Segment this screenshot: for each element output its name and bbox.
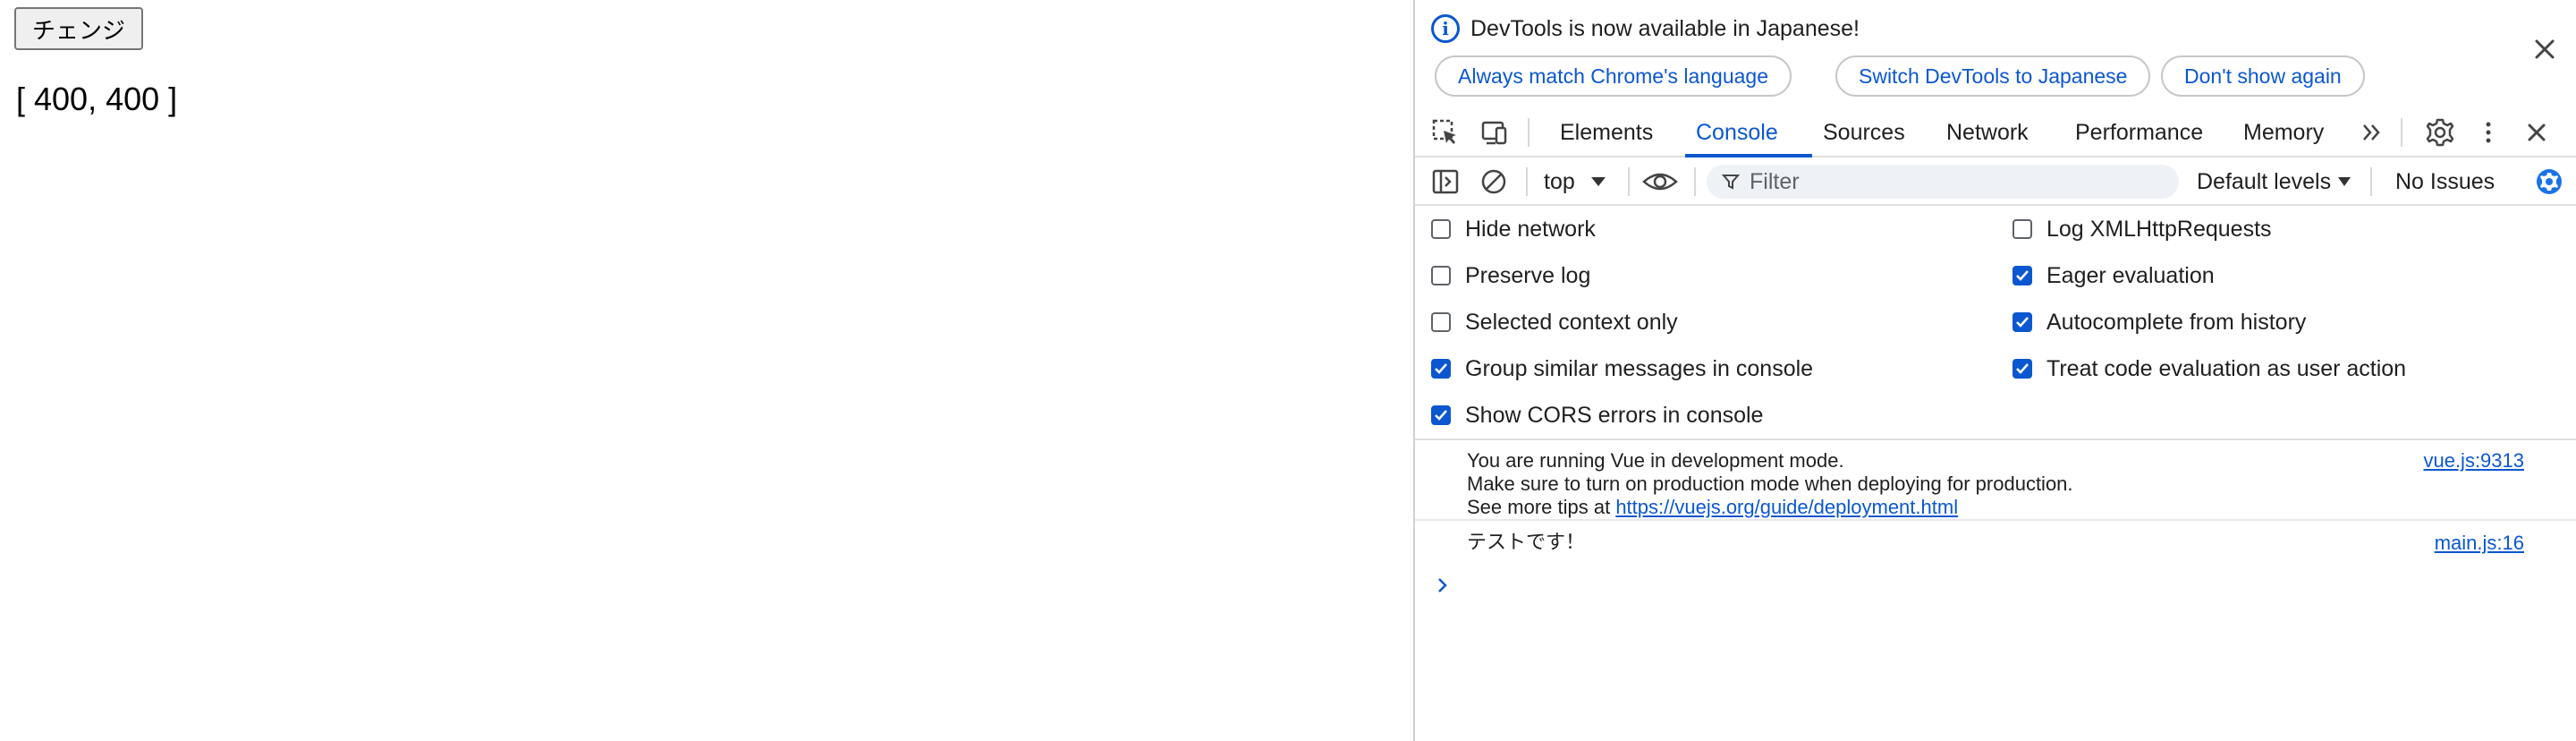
devtools-main-toolbar: Elements Console Sources Network Perform…: [1415, 107, 2576, 158]
message-text: You are running Vue in development mode.: [1467, 449, 1844, 472]
filter-placeholder: Filter: [1750, 168, 1800, 194]
message-text: テストです！: [1467, 532, 1586, 554]
setting-eager-evaluation[interactable]: Eager evaluation: [2012, 252, 2215, 299]
setting-label: Log XMLHttpRequests: [2046, 216, 2272, 242]
sidebar-toggle-icon[interactable]: [1429, 166, 1462, 198]
toolbar-divider: [1628, 167, 1630, 196]
dropdown-triangle-icon: [2338, 177, 2351, 186]
tab-elements[interactable]: Elements: [1560, 107, 1653, 158]
array-output: [ 400, 400 ]: [16, 81, 178, 117]
setting-label: Treat code evaluation as user action: [2046, 355, 2407, 381]
close-devtools-icon[interactable]: [2521, 116, 2553, 149]
switch-to-japanese-button[interactable]: Switch DevTools to Japanese: [1835, 55, 2151, 97]
checkbox-checked[interactable]: [2012, 312, 2032, 332]
setting-group-similar[interactable]: Group similar messages in console: [1431, 345, 1813, 392]
source-link[interactable]: main.js:16: [2435, 532, 2524, 555]
source-link[interactable]: vue.js:9313: [2423, 449, 2524, 473]
setting-label: Group similar messages in console: [1465, 355, 1814, 381]
checkbox[interactable]: [1431, 219, 1451, 239]
console-settings-gear-icon[interactable]: [2533, 166, 2565, 198]
page-viewport: チェンジ [ 400, 400 ]: [0, 0, 1413, 741]
setting-autocomplete-history[interactable]: Autocomplete from history: [2012, 299, 2306, 345]
checkbox[interactable]: [2012, 219, 2032, 239]
match-chrome-language-button[interactable]: Always match Chrome's language: [1435, 55, 1792, 97]
settings-gear-icon[interactable]: [2424, 116, 2456, 149]
setting-label: Selected context only: [1465, 309, 1678, 335]
filter-funnel-icon: [1721, 175, 1741, 190]
devtools-panel: i DevTools is now available in Japanese!…: [1413, 0, 2576, 741]
live-expression-eye-icon[interactable]: [1640, 166, 1680, 198]
console-toolbar: top Filter Default levels No Issues: [1415, 158, 2576, 206]
checkmark-icon: [1435, 363, 1447, 374]
console-message: テストです！ main.js:16: [1415, 530, 2576, 562]
checkmark-icon: [1435, 410, 1447, 421]
setting-log-xmlhttprequests[interactable]: Log XMLHttpRequests: [2012, 206, 2272, 252]
toolbar-divider: [1528, 118, 1530, 147]
infobar-message: DevTools is now available in Japanese!: [1470, 16, 1860, 41]
console-message: You are running Vue in development mode.…: [1415, 449, 2576, 521]
tab-performance[interactable]: Performance: [2075, 107, 2203, 158]
toolbar-divider: [1526, 167, 1528, 196]
setting-treat-code-as-user-action[interactable]: Treat code evaluation as user action: [2012, 345, 2406, 392]
checkbox-checked[interactable]: [1431, 405, 1451, 425]
language-infobar: i DevTools is now available in Japanese!…: [1415, 0, 2576, 107]
checkbox-checked[interactable]: [2012, 266, 2032, 285]
checkbox-checked[interactable]: [1431, 359, 1451, 379]
setting-label: Preserve log: [1465, 262, 1591, 288]
setting-selected-context-only[interactable]: Selected context only: [1431, 299, 1678, 345]
setting-label: Autocomplete from history: [2046, 309, 2307, 335]
context-value: top: [1544, 168, 1575, 194]
console-settings-pane: Hide network Preserve log Selected conte…: [1415, 206, 2576, 440]
tab-console-label: Console: [1696, 119, 1778, 145]
tab-network[interactable]: Network: [1946, 107, 2029, 158]
more-tabs-chevron-icon[interactable]: [2356, 116, 2388, 149]
close-infobar-icon[interactable]: [2529, 34, 2560, 64]
toolbar-divider: [2370, 167, 2372, 196]
change-button[interactable]: チェンジ: [14, 7, 144, 50]
checkmark-icon: [2016, 363, 2029, 374]
message-text: See more tips at https://vuejs.org/guide…: [1467, 496, 1958, 519]
deployment-guide-link[interactable]: https://vuejs.org/guide/deployment.html: [1615, 496, 1958, 518]
dont-show-again-button[interactable]: Don't show again: [2161, 55, 2365, 97]
log-levels-dropdown[interactable]: Default levels: [2197, 158, 2352, 206]
setting-label: Hide network: [1465, 216, 1596, 242]
context-selector[interactable]: top: [1544, 158, 1607, 206]
checkmark-icon: [2016, 270, 2029, 281]
checkmark-icon: [2016, 317, 2029, 328]
filter-input[interactable]: Filter: [1707, 165, 2179, 199]
setting-label: Eager evaluation: [2046, 262, 2215, 288]
clear-console-icon[interactable]: [1478, 166, 1510, 198]
toolbar-divider: [2401, 118, 2402, 147]
tab-console[interactable]: Console: [1696, 107, 1778, 158]
checkbox[interactable]: [1431, 312, 1451, 332]
log-levels-label: Default levels: [2197, 168, 2332, 194]
device-toolbar-icon[interactable]: [1478, 116, 1510, 149]
setting-label: Show CORS errors in console: [1465, 402, 1764, 428]
setting-hide-network[interactable]: Hide network: [1431, 206, 1596, 252]
dropdown-triangle-icon: [1590, 177, 1606, 186]
message-text-prefix: See more tips at: [1467, 496, 1616, 518]
issues-counter[interactable]: No Issues: [2395, 158, 2495, 206]
info-icon: i: [1431, 14, 1460, 43]
toolbar-divider: [1694, 167, 1696, 196]
console-prompt-chevron-icon[interactable]: [1435, 575, 1451, 596]
checkbox[interactable]: [1431, 266, 1451, 285]
kebab-menu-icon[interactable]: [2472, 116, 2504, 149]
tab-memory[interactable]: Memory: [2243, 107, 2324, 158]
setting-preserve-log[interactable]: Preserve log: [1431, 252, 1590, 299]
message-text: Make sure to turn on production mode whe…: [1467, 473, 2073, 495]
inspect-element-icon[interactable]: [1429, 116, 1462, 149]
setting-show-cors-errors[interactable]: Show CORS errors in console: [1431, 392, 1763, 439]
tab-sources[interactable]: Sources: [1823, 107, 1905, 158]
checkbox-checked[interactable]: [2012, 359, 2032, 379]
